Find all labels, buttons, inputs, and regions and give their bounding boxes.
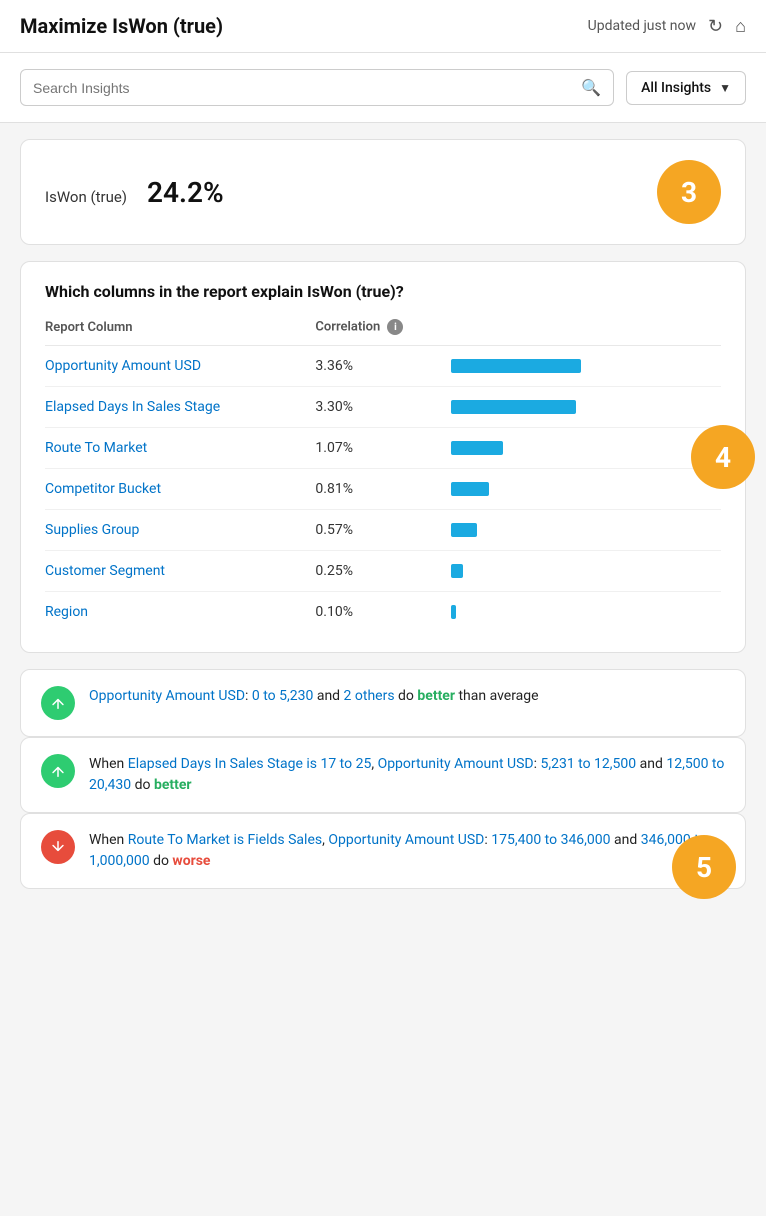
- header-actions: Updated just now ↻ ⌂: [588, 16, 746, 37]
- row-bar-5: [451, 564, 463, 578]
- row-pct-1: 3.30%: [315, 399, 450, 415]
- row-pct-6: 0.10%: [315, 604, 450, 620]
- row-link-5[interactable]: Customer Segment: [45, 563, 315, 579]
- row-pct-3: 0.81%: [315, 481, 450, 497]
- row-bar-1: [451, 400, 576, 414]
- insight-link[interactable]: Opportunity Amount USD: [89, 688, 245, 704]
- insight-link[interactable]: 0 to 5,230: [252, 688, 313, 704]
- insight-better-label: better: [154, 777, 192, 793]
- row-bar-0: [451, 359, 581, 373]
- row-link-6[interactable]: Region: [45, 604, 315, 620]
- row-link-3[interactable]: Competitor Bucket: [45, 481, 315, 497]
- row-bar-wrap-0: [451, 359, 721, 373]
- row-bar-wrap-4: [451, 523, 721, 537]
- insight-card-1: When Elapsed Days In Sales Stage is 17 t…: [20, 737, 746, 813]
- info-icon[interactable]: i: [387, 319, 403, 335]
- correlation-table-card: Which columns in the report explain IsWo…: [20, 261, 746, 653]
- search-icon: 🔍: [581, 78, 601, 97]
- table-row: Elapsed Days In Sales Stage 3.30%: [45, 387, 721, 428]
- row-bar-4: [451, 523, 477, 537]
- insight-icon-down: [41, 830, 75, 864]
- insights-section: Opportunity Amount USD: 0 to 5,230 and 2…: [20, 669, 746, 889]
- insight-link[interactable]: Opportunity Amount USD: [378, 756, 534, 772]
- insight-link[interactable]: Route To Market is Fields Sales: [128, 832, 322, 848]
- insight-link[interactable]: Opportunity Amount USD: [328, 832, 484, 848]
- insights-filter-dropdown[interactable]: All Insights ▼: [626, 71, 746, 105]
- table-row: Region 0.10%: [45, 592, 721, 632]
- row-bar-6: [451, 605, 456, 619]
- row-bar-wrap-1: [451, 400, 721, 414]
- row-link-2[interactable]: Route To Market: [45, 440, 315, 456]
- row-link-4[interactable]: Supplies Group: [45, 522, 315, 538]
- metric-value: 24.2%: [147, 176, 224, 209]
- insight-icon-up: [41, 754, 75, 788]
- header: Maximize IsWon (true) Updated just now ↻…: [0, 0, 766, 53]
- insight-cards-list: Opportunity Amount USD: 0 to 5,230 and 2…: [20, 669, 746, 889]
- chevron-down-icon: ▼: [719, 81, 731, 95]
- refresh-icon[interactable]: ↻: [708, 16, 723, 37]
- row-bar-2: [451, 441, 503, 455]
- search-row: 🔍 All Insights ▼: [0, 53, 766, 123]
- row-bar-3: [451, 482, 489, 496]
- insight-worse-label: worse: [172, 853, 210, 869]
- insight-link[interactable]: Elapsed Days In Sales Stage is 17 to 25: [128, 756, 372, 772]
- page-title: Maximize IsWon (true): [20, 14, 223, 38]
- table-title: Which columns in the report explain IsWo…: [45, 282, 721, 301]
- table-row: Competitor Bucket 0.81%: [45, 469, 721, 510]
- insight-icon-up: [41, 686, 75, 720]
- insight-text-0: Opportunity Amount USD: 0 to 5,230 and 2…: [89, 686, 539, 707]
- metric-label: IsWon (true): [45, 188, 127, 206]
- insight-card-0: Opportunity Amount USD: 0 to 5,230 and 2…: [20, 669, 746, 737]
- table-header: Report Column Correlation i: [45, 319, 721, 346]
- dropdown-label: All Insights: [641, 80, 711, 96]
- insight-text-2: When Route To Market is Fields Sales, Op…: [89, 830, 725, 872]
- insight-better-label: better: [417, 688, 455, 704]
- home-icon[interactable]: ⌂: [735, 16, 746, 37]
- table-row: Opportunity Amount USD 3.36%: [45, 346, 721, 387]
- col-header-corr: Correlation i: [315, 319, 450, 335]
- table-row: Route To Market 1.07%: [45, 428, 721, 469]
- table-badge: 4: [691, 425, 755, 489]
- metric-badge: 3: [657, 160, 721, 224]
- row-bar-wrap-2: [451, 441, 721, 455]
- row-bar-wrap-6: [451, 605, 721, 619]
- insight-text-1: When Elapsed Days In Sales Stage is 17 t…: [89, 754, 725, 796]
- insight-card-2: When Route To Market is Fields Sales, Op…: [20, 813, 746, 889]
- row-link-1[interactable]: Elapsed Days In Sales Stage: [45, 399, 315, 415]
- insight-link[interactable]: 175,400 to 346,000: [491, 832, 610, 848]
- insight-link[interactable]: 5,231 to 12,500: [540, 756, 636, 772]
- insight-link[interactable]: 2 others: [344, 688, 395, 704]
- content-area: IsWon (true) 24.2% 3 Which columns in th…: [0, 123, 766, 905]
- row-pct-4: 0.57%: [315, 522, 450, 538]
- metric-card: IsWon (true) 24.2% 3: [20, 139, 746, 245]
- row-pct-2: 1.07%: [315, 440, 450, 456]
- row-pct-0: 3.36%: [315, 358, 450, 374]
- insights-badge: 5: [672, 835, 736, 899]
- col-header-name: Report Column: [45, 320, 315, 335]
- table-body: Opportunity Amount USD 3.36% Elapsed Day…: [45, 346, 721, 632]
- table-row: Supplies Group 0.57%: [45, 510, 721, 551]
- last-updated: Updated just now: [588, 18, 696, 34]
- row-link-0[interactable]: Opportunity Amount USD: [45, 358, 315, 374]
- search-input[interactable]: [33, 80, 581, 96]
- metric-label-group: IsWon (true) 24.2%: [45, 176, 224, 209]
- row-bar-wrap-5: [451, 564, 721, 578]
- table-row: Customer Segment 0.25%: [45, 551, 721, 592]
- search-input-wrapper: 🔍: [20, 69, 614, 106]
- row-pct-5: 0.25%: [315, 563, 450, 579]
- row-bar-wrap-3: [451, 482, 721, 496]
